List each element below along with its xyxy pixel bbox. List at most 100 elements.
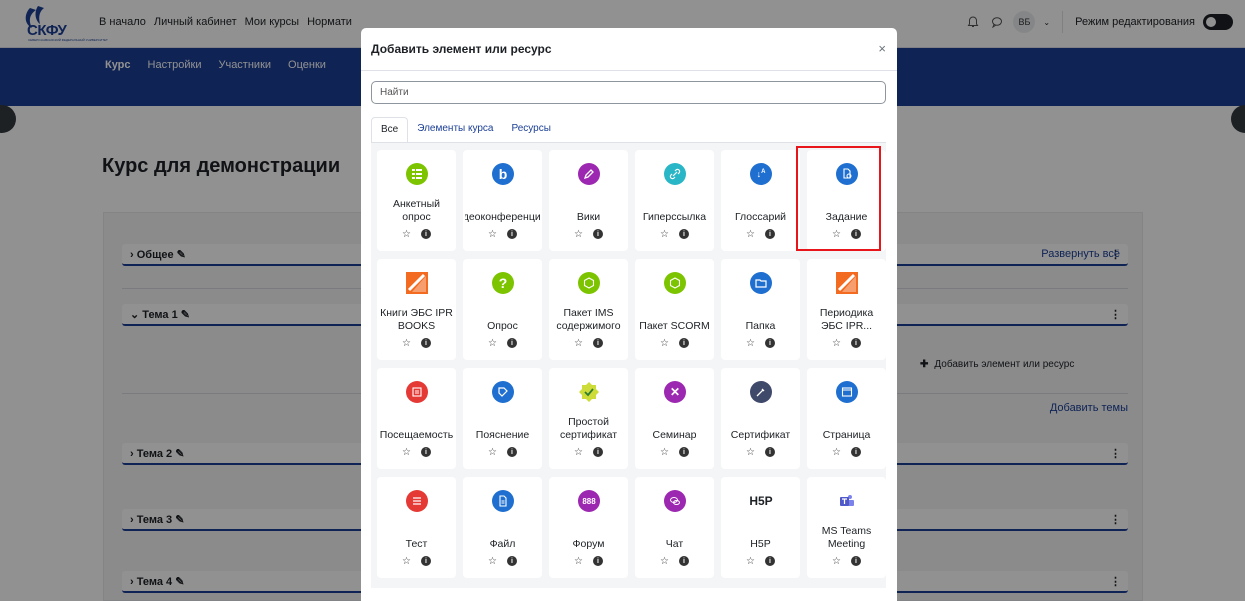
- star-icon[interactable]: ☆: [746, 338, 755, 349]
- activity-tile[interactable]: Простой сертификат ☆ i: [549, 368, 628, 469]
- star-icon[interactable]: ☆: [832, 447, 841, 458]
- info-icon[interactable]: i: [506, 229, 517, 239]
- info-icon[interactable]: i: [592, 229, 603, 239]
- info-icon[interactable]: i: [678, 556, 689, 566]
- activity-tile[interactable]: ? Опрос ☆ i: [463, 259, 542, 360]
- activity-actions: ☆ i: [377, 556, 456, 567]
- activity-tile[interactable]: Страница ☆ i: [807, 368, 886, 469]
- activity-tile[interactable]: ✕ Семинар ☆ i: [635, 368, 714, 469]
- info-icon[interactable]: i: [678, 447, 689, 457]
- activity-tile[interactable]: Пакет IMS содержимого ☆ i: [549, 259, 628, 360]
- info-icon[interactable]: i: [678, 338, 689, 348]
- info-icon[interactable]: i: [592, 447, 603, 457]
- activity-tile[interactable]: Задание ☆ i: [807, 150, 886, 251]
- star-icon[interactable]: ☆: [574, 556, 583, 567]
- h5p-icon: H5P: [749, 494, 773, 508]
- activity-name: Простой сертификат: [559, 416, 618, 441]
- activity-actions: ☆ i: [721, 229, 800, 240]
- star-icon[interactable]: ☆: [660, 229, 669, 240]
- tab-resources[interactable]: Ресурсы: [503, 117, 560, 143]
- star-icon[interactable]: ☆: [402, 229, 411, 240]
- star-icon[interactable]: ☆: [746, 556, 755, 567]
- activity-actions: ☆ i: [549, 338, 628, 349]
- star-icon[interactable]: ☆: [746, 229, 755, 240]
- info-icon[interactable]: i: [850, 447, 861, 457]
- star-icon[interactable]: ☆: [574, 447, 583, 458]
- activity-tile[interactable]: Пояснение ☆ i: [463, 368, 542, 469]
- activity-tile[interactable]: Посещаемость ☆ i: [377, 368, 456, 469]
- label-icon: [492, 381, 514, 403]
- star-icon[interactable]: ☆: [488, 229, 497, 240]
- info-icon[interactable]: i: [850, 338, 861, 348]
- activity-name: Анкетный опрос: [392, 198, 441, 223]
- info-icon[interactable]: i: [420, 338, 431, 348]
- info-icon[interactable]: i: [420, 447, 431, 457]
- activity-tile[interactable]: Папка ☆ i: [721, 259, 800, 360]
- activity-chooser-modal: Добавить элемент или ресурс × Все Элемен…: [361, 28, 897, 601]
- info-icon[interactable]: i: [592, 556, 603, 566]
- info-icon[interactable]: i: [506, 447, 517, 457]
- info-icon[interactable]: i: [420, 229, 431, 239]
- info-icon[interactable]: i: [764, 229, 775, 239]
- info-icon[interactable]: i: [850, 556, 861, 566]
- info-icon[interactable]: i: [506, 556, 517, 566]
- star-icon[interactable]: ☆: [660, 338, 669, 349]
- star-icon[interactable]: ☆: [402, 338, 411, 349]
- star-icon[interactable]: ☆: [832, 229, 841, 240]
- star-icon[interactable]: ☆: [746, 447, 755, 458]
- info-icon[interactable]: i: [506, 338, 517, 348]
- iprbooks-icon: [406, 272, 428, 294]
- search-input[interactable]: [371, 81, 886, 104]
- url-icon: [664, 163, 686, 185]
- star-icon[interactable]: ☆: [832, 338, 841, 349]
- activity-name: Тест: [405, 538, 428, 550]
- activity-tile[interactable]: H5P H5P ☆ i: [721, 477, 800, 578]
- close-icon[interactable]: ×: [878, 41, 886, 56]
- activity-name: Книги ЭБС IPR BOOKS: [380, 307, 453, 332]
- feedback-icon: [406, 163, 428, 185]
- activity-tile[interactable]: Файл ☆ i: [463, 477, 542, 578]
- activity-actions: ☆ i: [807, 447, 886, 458]
- info-icon[interactable]: i: [592, 338, 603, 348]
- activity-tile[interactable]: Книги ЭБС IPR BOOKS ☆ i: [377, 259, 456, 360]
- activity-tile[interactable]: bВидеоконференция...☆i: [463, 150, 542, 251]
- star-icon[interactable]: ☆: [660, 556, 669, 567]
- activity-tile[interactable]: Тест ☆ i: [377, 477, 456, 578]
- star-icon[interactable]: ☆: [488, 556, 497, 567]
- star-icon[interactable]: ☆: [488, 338, 497, 349]
- tab-all[interactable]: Все: [371, 117, 409, 143]
- activity-actions: ☆ i: [721, 338, 800, 349]
- info-icon[interactable]: i: [678, 229, 689, 239]
- activity-tile[interactable]: ↓A Глоссарий ☆ i: [721, 150, 800, 251]
- activity-tile[interactable]: Анкетный опрос ☆ i: [377, 150, 456, 251]
- info-icon[interactable]: i: [764, 556, 775, 566]
- info-icon[interactable]: i: [764, 338, 775, 348]
- star-icon[interactable]: ☆: [402, 556, 411, 567]
- activity-tile[interactable]: Пакет SCORM ☆ i: [635, 259, 714, 360]
- star-icon[interactable]: ☆: [660, 447, 669, 458]
- star-icon[interactable]: ☆: [574, 229, 583, 240]
- activity-tile[interactable]: Чат ☆ i: [635, 477, 714, 578]
- star-icon[interactable]: ☆: [574, 338, 583, 349]
- attendance-icon: [406, 381, 428, 403]
- activity-actions: ☆ i: [549, 447, 628, 458]
- star-icon[interactable]: ☆: [488, 447, 497, 458]
- msteams-icon: [836, 490, 858, 512]
- activity-actions: ☆ i: [807, 556, 886, 567]
- activity-tile[interactable]: MS Teams Meeting ☆ i: [807, 477, 886, 578]
- info-icon[interactable]: i: [850, 229, 861, 239]
- activity-tile[interactable]: 888 Форум ☆ i: [549, 477, 628, 578]
- activity-actions: ☆ i: [721, 447, 800, 458]
- activity-tile[interactable]: Вики ☆ i: [549, 150, 628, 251]
- star-icon[interactable]: ☆: [402, 447, 411, 458]
- info-icon[interactable]: i: [420, 556, 431, 566]
- activity-name: Сертификат: [730, 429, 791, 441]
- wiki-icon: [578, 163, 600, 185]
- activity-actions: ☆ i: [377, 338, 456, 349]
- activity-tile[interactable]: Сертификат ☆ i: [721, 368, 800, 469]
- tab-activities[interactable]: Элементы курса: [408, 117, 502, 143]
- activity-tile[interactable]: Периодика ЭБС IPR... ☆ i: [807, 259, 886, 360]
- info-icon[interactable]: i: [764, 447, 775, 457]
- activity-tile[interactable]: Гиперссылка ☆ i: [635, 150, 714, 251]
- star-icon[interactable]: ☆: [832, 556, 841, 567]
